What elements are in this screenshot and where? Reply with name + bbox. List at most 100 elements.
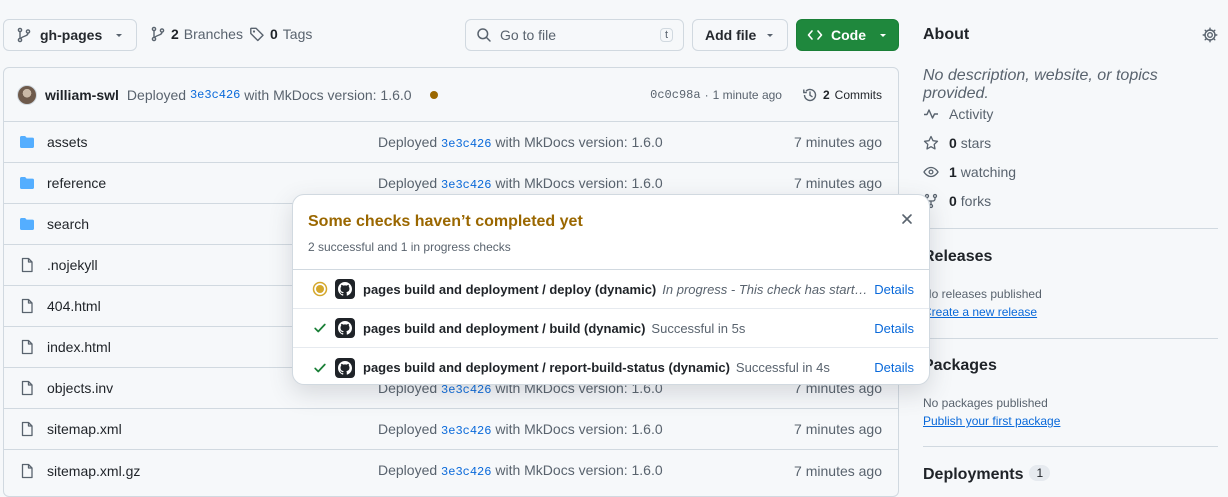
avatar[interactable] xyxy=(17,84,37,105)
check-status-text: In progress - This check has started... xyxy=(662,281,873,297)
releases-title[interactable]: Releases xyxy=(923,248,992,266)
file-name-link[interactable]: 404.html xyxy=(47,298,101,314)
file-name-link[interactable]: index.html xyxy=(47,339,111,355)
chevron-down-icon xyxy=(114,30,124,40)
forks-label: forks xyxy=(960,193,992,209)
separator: · xyxy=(704,87,709,102)
commit-sha-link[interactable]: 3e3c426 xyxy=(441,178,491,192)
file-name-link[interactable]: objects.inv xyxy=(47,380,113,396)
gear-icon[interactable] xyxy=(1202,27,1218,43)
table-row[interactable]: sitemap.xml.gz Deployed 3e3c426 with MkDo… xyxy=(4,450,898,491)
folder-icon xyxy=(19,216,39,232)
commit-message-suffix[interactable]: with MkDocs version: 1.6.0 xyxy=(244,87,411,103)
add-file-button[interactable]: Add file xyxy=(692,19,788,51)
git-branch-icon xyxy=(16,27,32,43)
commit-sha-link[interactable]: 3e3c426 xyxy=(190,88,240,102)
folder-icon xyxy=(19,175,39,191)
file-name-link[interactable]: .nojekyll xyxy=(47,257,98,273)
checks-popover-title: Some checks haven’t completed yet xyxy=(308,213,583,230)
branch-name: gh-pages xyxy=(40,27,103,43)
commit-message: Deployed 3e3c426 with MkDocs version: 1.… xyxy=(378,462,663,479)
file-icon xyxy=(19,463,39,479)
commits-link[interactable]: 2 Commits xyxy=(802,87,882,103)
file-icon xyxy=(19,380,39,396)
dot-fill-icon xyxy=(311,281,329,297)
activity-link[interactable]: Activity xyxy=(923,106,993,122)
file-name-link[interactable]: assets xyxy=(47,134,87,150)
commit-age: 7 minutes ago xyxy=(794,462,882,479)
commit-message-prefix[interactable]: Deployed xyxy=(127,87,186,103)
commit-sha-link[interactable]: 3e3c426 xyxy=(441,465,491,479)
checks-popover-subtitle: 2 successful and 1 in progress checks xyxy=(308,240,511,254)
details-link[interactable]: Details xyxy=(874,282,914,297)
status-dot-icon[interactable] xyxy=(429,90,438,99)
divider xyxy=(923,338,1218,339)
create-release-link[interactable]: Create a new release xyxy=(923,305,1037,319)
commit-message-suffix[interactable]: with MkDocs version: 1.6.0 xyxy=(495,134,662,150)
forks-link[interactable]: 0 forks xyxy=(923,193,991,209)
details-link[interactable]: Details xyxy=(874,360,914,375)
commit-age: 7 minutes ago xyxy=(794,134,882,150)
check-row: pages build and deployment / build (dyna… xyxy=(293,309,929,348)
check-status-text: Successful in 4s xyxy=(735,360,830,375)
file-icon xyxy=(19,339,39,355)
check-name: pages build and deployment / report-buil… xyxy=(363,360,730,375)
commit-message-prefix[interactable]: Deployed xyxy=(378,421,437,437)
stars-count: 0 xyxy=(949,135,957,151)
check-row: pages build and deployment / deploy (dyn… xyxy=(293,270,929,309)
commit-author[interactable]: william-swl xyxy=(45,87,119,103)
file-name-link[interactable]: sitemap.xml xyxy=(47,421,122,437)
table-row[interactable]: assets Deployed 3e3c426 with MkDocs versi… xyxy=(4,122,898,163)
commit-message-suffix[interactable]: with MkDocs version: 1.6.0 xyxy=(495,175,662,191)
file-icon xyxy=(19,298,39,314)
deployments-title: Deployments xyxy=(923,466,1024,483)
commit-message-suffix[interactable]: with MkDocs version: 1.6.0 xyxy=(495,462,662,478)
deployments-heading[interactable]: Deployments 1 xyxy=(923,465,1051,484)
code-icon xyxy=(807,27,823,43)
add-file-label: Add file xyxy=(705,27,757,43)
deployments-count: 1 xyxy=(1029,465,1051,481)
pulse-icon xyxy=(923,106,939,122)
commit-meta: 0c0c98a · 1 minute ago 2 Commits xyxy=(650,87,882,103)
tags-link[interactable]: 0 Tags xyxy=(249,26,312,42)
table-row[interactable]: sitemap.xml Deployed 3e3c426 with MkDocs … xyxy=(4,409,898,450)
details-link[interactable]: Details xyxy=(874,321,914,336)
publish-package-link[interactable]: Publish your first package xyxy=(923,414,1060,428)
about-description: No description, website, or topics provi… xyxy=(923,67,1158,102)
commit-time: 1 minute ago xyxy=(712,87,782,102)
code-button[interactable]: Code xyxy=(796,19,899,51)
short-sha-link[interactable]: 0c0c98a xyxy=(650,88,700,102)
file-name-link[interactable]: sitemap.xml.gz xyxy=(47,463,140,479)
commit-message-prefix[interactable]: Deployed xyxy=(378,134,437,150)
watching-count: 1 xyxy=(949,164,957,180)
commit-message-prefix[interactable]: Deployed xyxy=(378,462,437,478)
check-icon xyxy=(311,361,329,375)
file-name-link[interactable]: reference xyxy=(47,175,106,191)
packages-title[interactable]: Packages xyxy=(923,357,997,375)
forks-count: 0 xyxy=(949,193,957,209)
watching-link[interactable]: 1 watching xyxy=(923,164,1016,180)
check-name: pages build and deployment / deploy (dyn… xyxy=(363,281,657,297)
folder-icon xyxy=(19,134,39,150)
commit-message-prefix[interactable]: Deployed xyxy=(378,175,437,191)
branches-label: Branches xyxy=(183,26,243,42)
commit-message: Deployed 3e3c426 with MkDocs version: 1.… xyxy=(378,421,663,438)
chevron-down-icon xyxy=(765,30,775,40)
commit-sha-link[interactable]: 3e3c426 xyxy=(441,424,491,438)
releases-text: No releases published xyxy=(923,287,1042,301)
stars-link[interactable]: 0 stars xyxy=(923,135,991,151)
star-icon xyxy=(923,135,939,151)
stars-label: stars xyxy=(960,135,992,151)
go-to-file-input[interactable]: Go to file t xyxy=(465,19,684,51)
branch-select-button[interactable]: gh-pages xyxy=(3,19,137,51)
close-icon[interactable] xyxy=(901,213,913,225)
commit-message-suffix[interactable]: with MkDocs version: 1.6.0 xyxy=(495,421,662,437)
file-name-link[interactable]: search xyxy=(47,216,89,232)
github-mark-icon xyxy=(335,357,355,378)
branches-link[interactable]: 2 Branches xyxy=(150,26,243,42)
divider xyxy=(923,228,1218,229)
github-mark-icon xyxy=(335,318,355,338)
commit-sha-link[interactable]: 3e3c426 xyxy=(441,137,491,151)
file-icon xyxy=(19,421,39,437)
check-row: pages build and deployment / report-buil… xyxy=(293,348,929,384)
